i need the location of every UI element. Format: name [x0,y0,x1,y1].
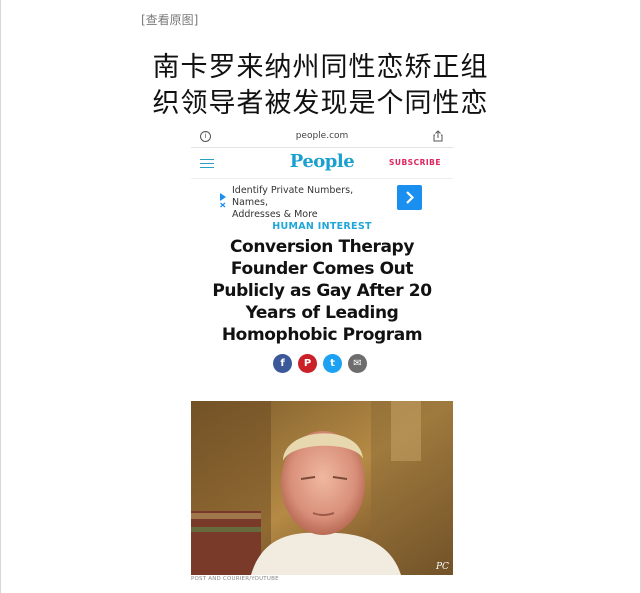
twitter-icon[interactable]: t [323,354,342,373]
site-header: People SUBSCRIBE [191,148,453,179]
email-icon[interactable]: ✉ [348,354,367,373]
chinese-headline-line-1: 南卡罗来纳州同性恋矫正组 [152,52,489,83]
advertisement[interactable]: Identify Private Numbers, Names, Address… [219,184,422,220]
ad-text[interactable]: Identify Private Numbers, Names, Address… [232,185,392,221]
article-title-line: Publicly as Gay After 20 [212,281,432,301]
share-icon[interactable] [433,130,443,142]
ad-cta-button[interactable] [397,185,422,210]
browser-url-bar: i people.com [191,127,453,148]
photo-watermark: PC [435,562,449,572]
share-buttons: f P t ✉ [273,354,373,374]
adchoices-icon[interactable] [219,192,227,208]
chevron-right-icon [406,191,415,204]
article-title-line: Homophobic Program [221,325,423,345]
subscribe-link[interactable]: SUBSCRIBE [389,158,441,167]
article-photo: PC [191,401,453,575]
article-title-line: Conversion Therapy [229,237,415,257]
article-category[interactable]: HUMAN INTEREST [191,221,453,232]
chinese-headline: 南卡罗来纳州同性恋矫正组 织领导者被发现是个同性恋 [0,50,641,122]
photo-image: PC [191,401,453,575]
article-title: Conversion Therapy Founder Comes Out Pub… [191,236,453,346]
view-original-link[interactable]: [查看原图] [141,11,198,28]
chinese-headline-line-2: 织领导者被发现是个同性恋 [152,88,489,119]
facebook-icon[interactable]: f [273,354,292,373]
pinterest-icon[interactable]: P [298,354,317,373]
photo-caption: POST AND COURIER/YOUTUBE [191,576,279,582]
article-title-line: Years of Leading [245,303,399,323]
article-screenshot: i people.com People SUBSCRIBE Identify P… [191,127,453,382]
article-title-line: Founder Comes Out [230,259,414,279]
url-text[interactable]: people.com [191,131,453,141]
